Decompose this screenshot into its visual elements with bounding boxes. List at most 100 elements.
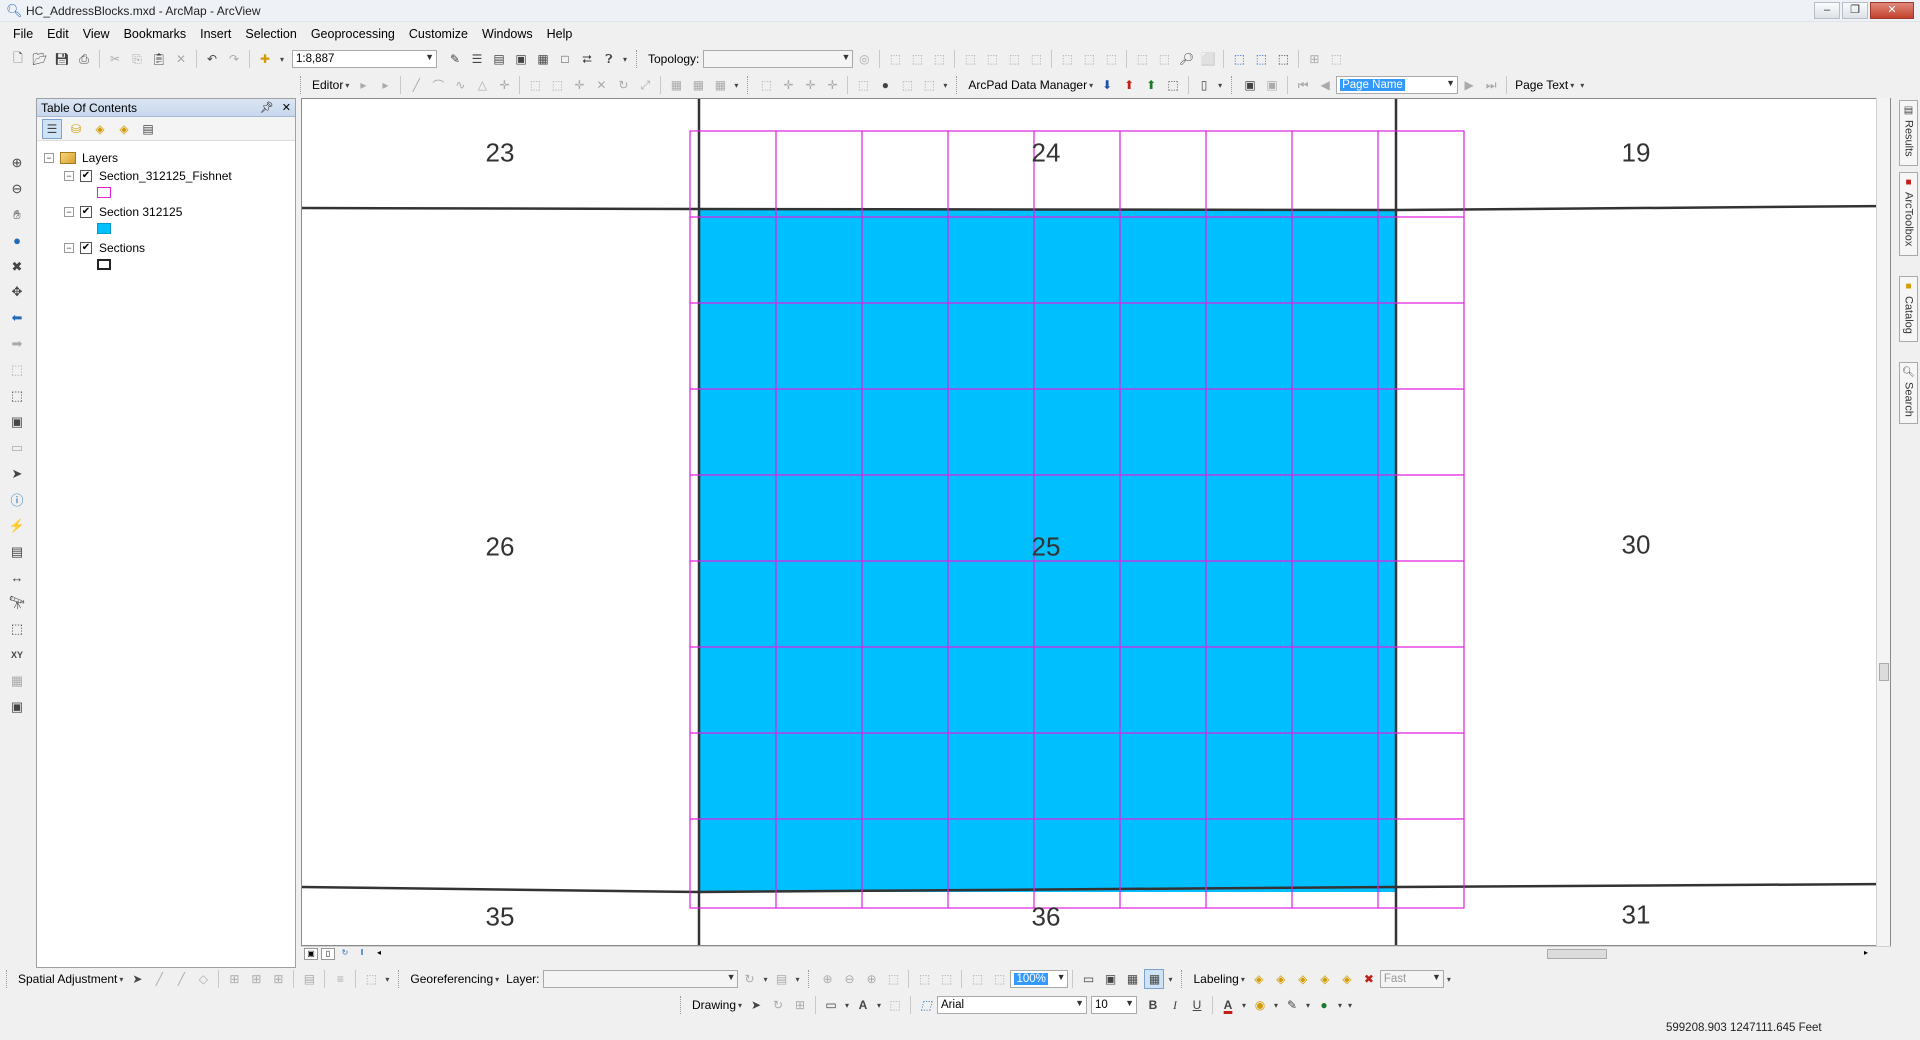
- fill-color-icon[interactable]: ◉: [1250, 995, 1270, 1015]
- edit-tool-icon[interactable]: ▸: [353, 75, 373, 95]
- show-shared-features-icon[interactable]: ⬚: [907, 49, 927, 69]
- lock-labels-icon[interactable]: ◈: [1315, 969, 1335, 989]
- search-window-icon[interactable]: ▣: [511, 49, 531, 69]
- model-builder-icon[interactable]: ⮂: [577, 49, 597, 69]
- previous-page-icon[interactable]: ◀: [1315, 75, 1335, 95]
- new-identity-link-icon[interactable]: ⊞: [224, 969, 244, 989]
- open-icon[interactable]: 📂︎: [30, 49, 50, 69]
- find-route-icon[interactable]: ⬚: [6, 618, 28, 640]
- hyperlink-icon[interactable]: ⚡: [6, 515, 28, 537]
- menu-selection[interactable]: Selection: [238, 25, 303, 43]
- editor-toolbar-icon[interactable]: ✎: [445, 49, 465, 69]
- whats-this-icon[interactable]: ❓︎: [599, 49, 619, 69]
- reshape-feature-icon[interactable]: ⬚: [547, 75, 567, 95]
- toolbar-options-icon[interactable]: ▾: [732, 75, 740, 95]
- print-icon[interactable]: ⎙: [74, 49, 94, 69]
- select-arrow-icon[interactable]: ➤: [6, 463, 28, 485]
- topology-tool-icon[interactable]: ⬚: [929, 49, 949, 69]
- topology-combo[interactable]: ▼: [703, 50, 854, 68]
- toolbar-grip[interactable]: [956, 76, 960, 94]
- grid-tool-icon[interactable]: ⬚: [919, 75, 939, 95]
- view-unplaced-labels-icon[interactable]: ✖: [1359, 969, 1379, 989]
- toolbar-options-icon[interactable]: ▾: [941, 75, 949, 95]
- fix-topology-error-icon[interactable]: ⬚: [1101, 49, 1121, 69]
- planarize-icon[interactable]: ⬚: [982, 49, 1002, 69]
- point-icon[interactable]: △: [472, 75, 492, 95]
- toolbar-grip[interactable]: [300, 76, 304, 94]
- chevron-down-icon[interactable]: ▾: [1336, 995, 1344, 1015]
- layer-visibility-checkbox[interactable]: ✔: [80, 242, 92, 254]
- attribute-transfer-icon[interactable]: ⬚: [361, 969, 381, 989]
- font-size-combo[interactable]: 10 ▼: [1091, 996, 1138, 1014]
- undo-icon[interactable]: ↶: [202, 49, 222, 69]
- bold-button[interactable]: B: [1143, 995, 1163, 1015]
- select-features-icon[interactable]: ⬚: [6, 359, 28, 381]
- clear-selection-icon[interactable]: ⬚: [1273, 49, 1293, 69]
- clear-selected-features-icon[interactable]: ▣: [6, 411, 28, 433]
- select-by-graphics-icon[interactable]: ⬚: [6, 385, 28, 407]
- rotate-tool-icon[interactable]: ↻: [613, 75, 633, 95]
- cyan-fill-symbol[interactable]: [97, 223, 111, 234]
- data-view-icon[interactable]: ▣: [304, 947, 318, 960]
- font-family-combo[interactable]: Arial ▼: [937, 996, 1088, 1014]
- menu-file[interactable]: File: [6, 25, 40, 43]
- find-tool-icon[interactable]: 🔎︎: [1176, 49, 1196, 69]
- layer-visibility-checkbox[interactable]: ✔: [80, 206, 92, 218]
- toolbar-grip[interactable]: [1231, 76, 1235, 94]
- rotate-graphics-icon[interactable]: ↻: [768, 995, 788, 1015]
- menu-help[interactable]: Help: [540, 25, 580, 43]
- page-text-menu[interactable]: Page Text: [1511, 78, 1572, 92]
- construct-features-icon[interactable]: ⬚: [960, 49, 980, 69]
- labeling-menu[interactable]: Labeling: [1189, 972, 1242, 986]
- catalog-window-icon[interactable]: ▤: [489, 49, 509, 69]
- toolbar-grip[interactable]: [6, 970, 10, 988]
- view-link-table-icon[interactable]: ▤: [299, 969, 319, 989]
- pan-icon[interactable]: ✋︎: [6, 204, 28, 226]
- focus-data-frame-icon[interactable]: ▣: [1100, 969, 1120, 989]
- copy-icon[interactable]: ⎘: [127, 49, 147, 69]
- layout-zoom-combo[interactable]: 100% ▼: [1010, 970, 1069, 988]
- map-topology-icon[interactable]: ◎: [854, 49, 874, 69]
- split-polygons-icon[interactable]: ⬚: [1026, 49, 1046, 69]
- horizontal-scrollbar-thumb[interactable]: [1547, 949, 1607, 959]
- menu-view[interactable]: View: [76, 25, 117, 43]
- construct-polygons-icon[interactable]: ⬚: [1004, 49, 1024, 69]
- layout-view-icon[interactable]: ▯: [321, 947, 335, 960]
- tree-row-layers[interactable]: − Layers: [44, 149, 118, 167]
- collapse-icon[interactable]: −: [64, 171, 74, 181]
- layout-pan-icon[interactable]: ⊕: [861, 969, 881, 989]
- label-priority-icon[interactable]: ◈: [1271, 969, 1291, 989]
- toolbar-grip[interactable]: [747, 76, 751, 94]
- chevron-down-icon[interactable]: ▾: [1568, 75, 1576, 95]
- get-data-for-arcpad-icon[interactable]: ⬇: [1097, 75, 1117, 95]
- edge-match-icon[interactable]: ≡: [330, 969, 350, 989]
- toolbar-grip[interactable]: [1181, 970, 1185, 988]
- chevron-down-icon[interactable]: ▾: [1087, 75, 1095, 95]
- zoom-in-icon[interactable]: ⊕: [6, 152, 28, 174]
- edit-annotation-icon[interactable]: ▸: [375, 75, 395, 95]
- error-inspector-icon[interactable]: ⬚: [1132, 49, 1152, 69]
- draw-quality-combo[interactable]: Fast ▼: [1379, 970, 1444, 988]
- chevron-down-icon[interactable]: ▾: [1240, 995, 1248, 1015]
- toolbar-options-icon[interactable]: ▾: [1578, 75, 1586, 95]
- toolbar-options-icon[interactable]: ▾: [1445, 969, 1453, 989]
- chevron-down-icon[interactable]: ▾: [343, 75, 351, 95]
- last-page-icon[interactable]: ⏭: [1481, 75, 1501, 95]
- select-elements-icon[interactable]: ⬚: [1251, 49, 1271, 69]
- scroll-left-icon[interactable]: ◂: [372, 948, 386, 960]
- go-forward-icon[interactable]: ➡: [6, 333, 28, 355]
- page-setup-dim-icon[interactable]: ▣: [1262, 75, 1282, 95]
- redo-icon[interactable]: ↷: [224, 49, 244, 69]
- toc-options-icon[interactable]: ▤: [138, 119, 158, 139]
- arcpad-data-manager-menu[interactable]: ArcPad Data Manager: [964, 78, 1091, 92]
- add-control-point-icon[interactable]: ✛: [778, 75, 798, 95]
- multiple-displacement-icon[interactable]: ◇: [193, 969, 213, 989]
- save-icon[interactable]: 💾︎: [52, 49, 72, 69]
- map-scale-combo[interactable]: 1:8,887 ▼: [292, 50, 437, 68]
- georeferencing-menu[interactable]: Georeferencing: [406, 972, 497, 986]
- chevron-down-icon[interactable]: ▾: [843, 995, 851, 1015]
- menu-geoprocessing[interactable]: Geoprocessing: [304, 25, 402, 43]
- arcpad-options-icon[interactable]: ⬚: [1163, 75, 1183, 95]
- rectangle-icon[interactable]: ▭: [821, 995, 841, 1015]
- select-graphics-arrow-icon[interactable]: ➤: [746, 995, 766, 1015]
